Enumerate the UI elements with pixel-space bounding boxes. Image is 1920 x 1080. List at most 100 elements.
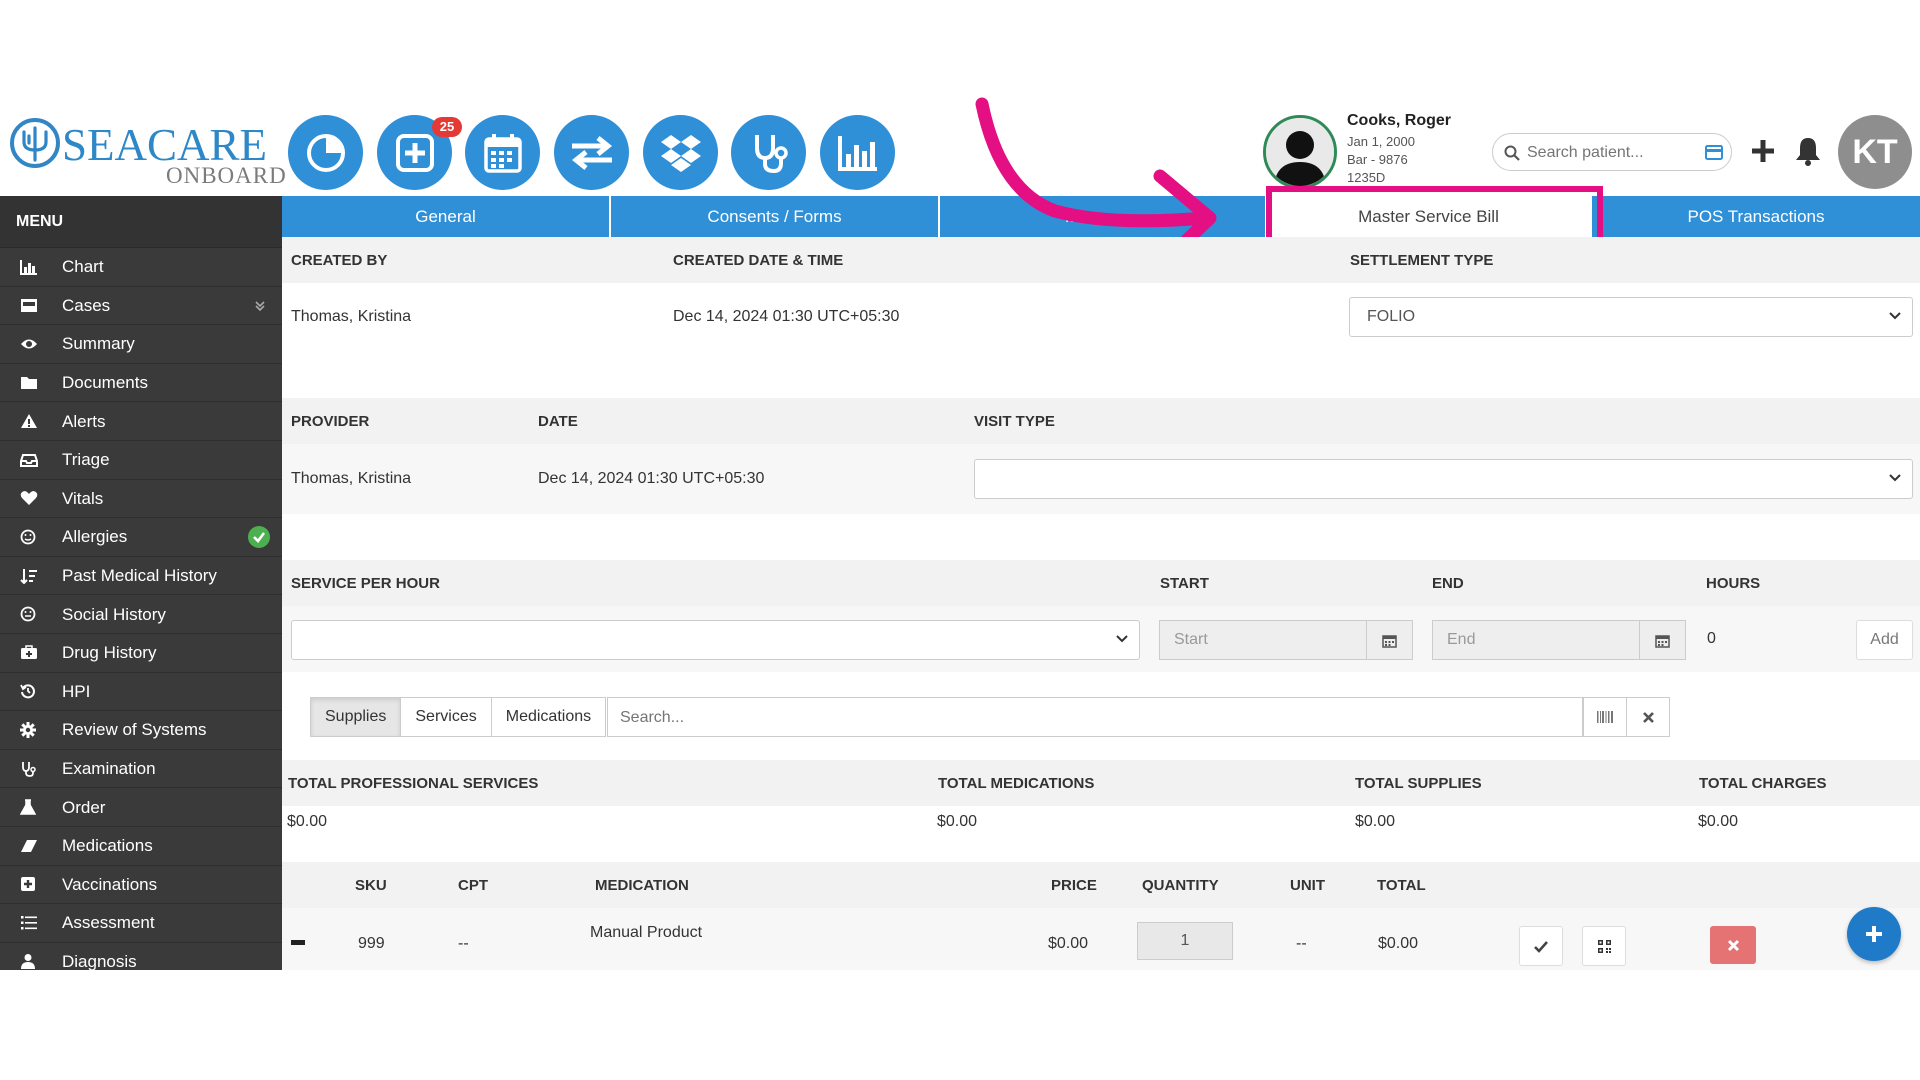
eye-icon xyxy=(21,339,37,349)
provider-label: PROVIDER xyxy=(291,413,370,430)
chevron-double-down-icon[interactable] xyxy=(254,300,266,312)
sidebar-item-summary[interactable]: Summary xyxy=(0,325,282,364)
add-service-button[interactable]: Add xyxy=(1856,620,1913,660)
col-total: TOTAL xyxy=(1377,877,1426,894)
segment-services[interactable]: Services xyxy=(400,697,492,737)
row-medication: Manual Product xyxy=(590,924,703,941)
sidebar-item-label: Medications xyxy=(62,836,153,856)
sidebar-item-diagnosis[interactable]: Diagnosis xyxy=(0,943,282,970)
sidebar-item-past-medical-history[interactable]: Past Medical History xyxy=(0,557,282,596)
settlement-type-value: FOLIO xyxy=(1367,308,1416,325)
created-datetime-label: CREATED DATE & TIME xyxy=(673,252,844,269)
dashboard-button[interactable] xyxy=(288,115,363,190)
end-input[interactable]: End xyxy=(1432,620,1640,660)
sidebar-item-label: Drug History xyxy=(62,643,157,663)
start-input[interactable]: Start xyxy=(1159,620,1367,660)
total-supplies-label: TOTAL SUPPLIES xyxy=(1355,775,1482,792)
segment-supplies[interactable]: Supplies xyxy=(310,697,402,737)
stethoscope-icon xyxy=(754,134,788,173)
bell-icon[interactable] xyxy=(1794,136,1822,166)
card-icon[interactable] xyxy=(1705,145,1723,160)
patient-search-box xyxy=(1492,133,1732,171)
settlement-type-label: SETTLEMENT TYPE xyxy=(1350,252,1494,269)
patient-photo[interactable] xyxy=(1263,115,1337,189)
delete-row-button[interactable] xyxy=(1710,926,1756,964)
sidebar-item-order[interactable]: Order xyxy=(0,788,282,827)
start-calendar-button[interactable] xyxy=(1366,620,1413,660)
user-md-icon xyxy=(21,954,35,970)
sidebar-item-label: Triage xyxy=(62,450,110,470)
row-unit: -- xyxy=(1296,935,1307,952)
calendar-icon xyxy=(1655,634,1670,648)
inbox-icon xyxy=(21,299,37,313)
calendar-button[interactable] xyxy=(465,115,540,190)
barcode-button[interactable] xyxy=(1583,697,1627,737)
sidebar-item-label: Assessment xyxy=(62,913,155,933)
sidebar-item-drug-history[interactable]: Drug History xyxy=(0,634,282,673)
user-avatar[interactable]: KT xyxy=(1838,115,1912,189)
chevron-down-icon xyxy=(1889,474,1901,482)
transfer-button[interactable] xyxy=(554,115,629,190)
tray-icon xyxy=(20,453,38,467)
segment-medications[interactable]: Medications xyxy=(490,697,607,737)
sidebar-item-vaccinations[interactable]: Vaccinations xyxy=(0,866,282,905)
patient-search-input[interactable] xyxy=(1527,142,1697,164)
cog-icon xyxy=(20,721,36,738)
item-search-input[interactable] xyxy=(620,707,1520,729)
app-screen: SEACARE ONBOARD 25 Cooks, Roger Jan 1, 2… xyxy=(0,0,1920,1080)
sidebar-item-label: Past Medical History xyxy=(62,566,217,586)
barcode-row-button[interactable] xyxy=(1582,926,1626,966)
tab-general[interactable]: General xyxy=(282,196,611,237)
tab-pos-transactions[interactable]: POS Transactions xyxy=(1592,196,1920,237)
sidebar-item-hpi[interactable]: HPI xyxy=(0,673,282,712)
end-calendar-button[interactable] xyxy=(1639,620,1686,660)
sidebar-item-assessment[interactable]: Assessment xyxy=(0,904,282,943)
total-supplies-value: $0.00 xyxy=(1355,813,1396,830)
add-case-icon xyxy=(395,133,434,172)
service-per-hour-label: SERVICE PER HOUR xyxy=(291,575,440,592)
patient-name[interactable]: Cooks, Roger xyxy=(1347,112,1451,130)
collapse-row-icon[interactable] xyxy=(291,940,305,946)
sidebar-menu: MENU Chart Cases Summary Documents Alert… xyxy=(0,196,282,970)
add-icon[interactable] xyxy=(1750,138,1776,164)
settlement-type-select[interactable]: FOLIO xyxy=(1349,297,1913,337)
calendar-icon xyxy=(1382,634,1397,648)
sidebar-item-cases[interactable]: Cases xyxy=(0,287,282,326)
sidebar-item-review-of-systems[interactable]: Review of Systems xyxy=(0,711,282,750)
menu-title: MENU xyxy=(0,196,282,248)
total-professional-services-label: TOTAL PROFESSIONAL SERVICES xyxy=(288,775,539,792)
heart-icon xyxy=(20,491,38,506)
sidebar-item-medications[interactable]: Medications xyxy=(0,827,282,866)
clear-search-button[interactable] xyxy=(1626,697,1670,737)
plus-square-icon xyxy=(21,877,35,892)
add-item-button[interactable] xyxy=(1847,907,1901,961)
stethoscope-button[interactable] xyxy=(731,115,806,190)
confirm-row-button[interactable] xyxy=(1519,926,1563,966)
qrcode-icon xyxy=(1597,939,1611,953)
sidebar-item-social-history[interactable]: Social History xyxy=(0,595,282,634)
reports-button[interactable] xyxy=(820,115,895,190)
check-circle-icon xyxy=(248,526,270,549)
check-icon xyxy=(1534,940,1548,953)
dropbox-button[interactable] xyxy=(643,115,718,190)
chevron-down-icon xyxy=(1116,635,1128,643)
patient-id: 1235D xyxy=(1347,170,1386,185)
sort-icon xyxy=(20,568,37,584)
sidebar-item-documents[interactable]: Documents xyxy=(0,364,282,403)
tab-consents-forms[interactable]: Consents / Forms xyxy=(611,196,940,237)
date-value: Dec 14, 2024 01:30 UTC+05:30 xyxy=(538,470,765,487)
sidebar-item-triage[interactable]: Triage xyxy=(0,441,282,480)
sidebar-item-alerts[interactable]: Alerts xyxy=(0,402,282,441)
smile-icon xyxy=(20,529,36,545)
sidebar-item-vitals[interactable]: Vitals xyxy=(0,480,282,519)
service-per-hour-select[interactable] xyxy=(291,620,1140,660)
dashboard-pie-icon xyxy=(306,133,345,172)
sidebar-item-allergies[interactable]: Allergies xyxy=(0,518,282,557)
item-search-bar xyxy=(607,697,1583,737)
dropbox-icon xyxy=(660,134,701,172)
sidebar-item-chart[interactable]: Chart xyxy=(0,248,282,287)
visit-type-select[interactable] xyxy=(974,459,1913,499)
sidebar-item-examination[interactable]: Examination xyxy=(0,750,282,789)
row-quantity-input[interactable]: 1 xyxy=(1137,922,1233,960)
seacare-logo[interactable]: SEACARE ONBOARD xyxy=(10,118,286,188)
